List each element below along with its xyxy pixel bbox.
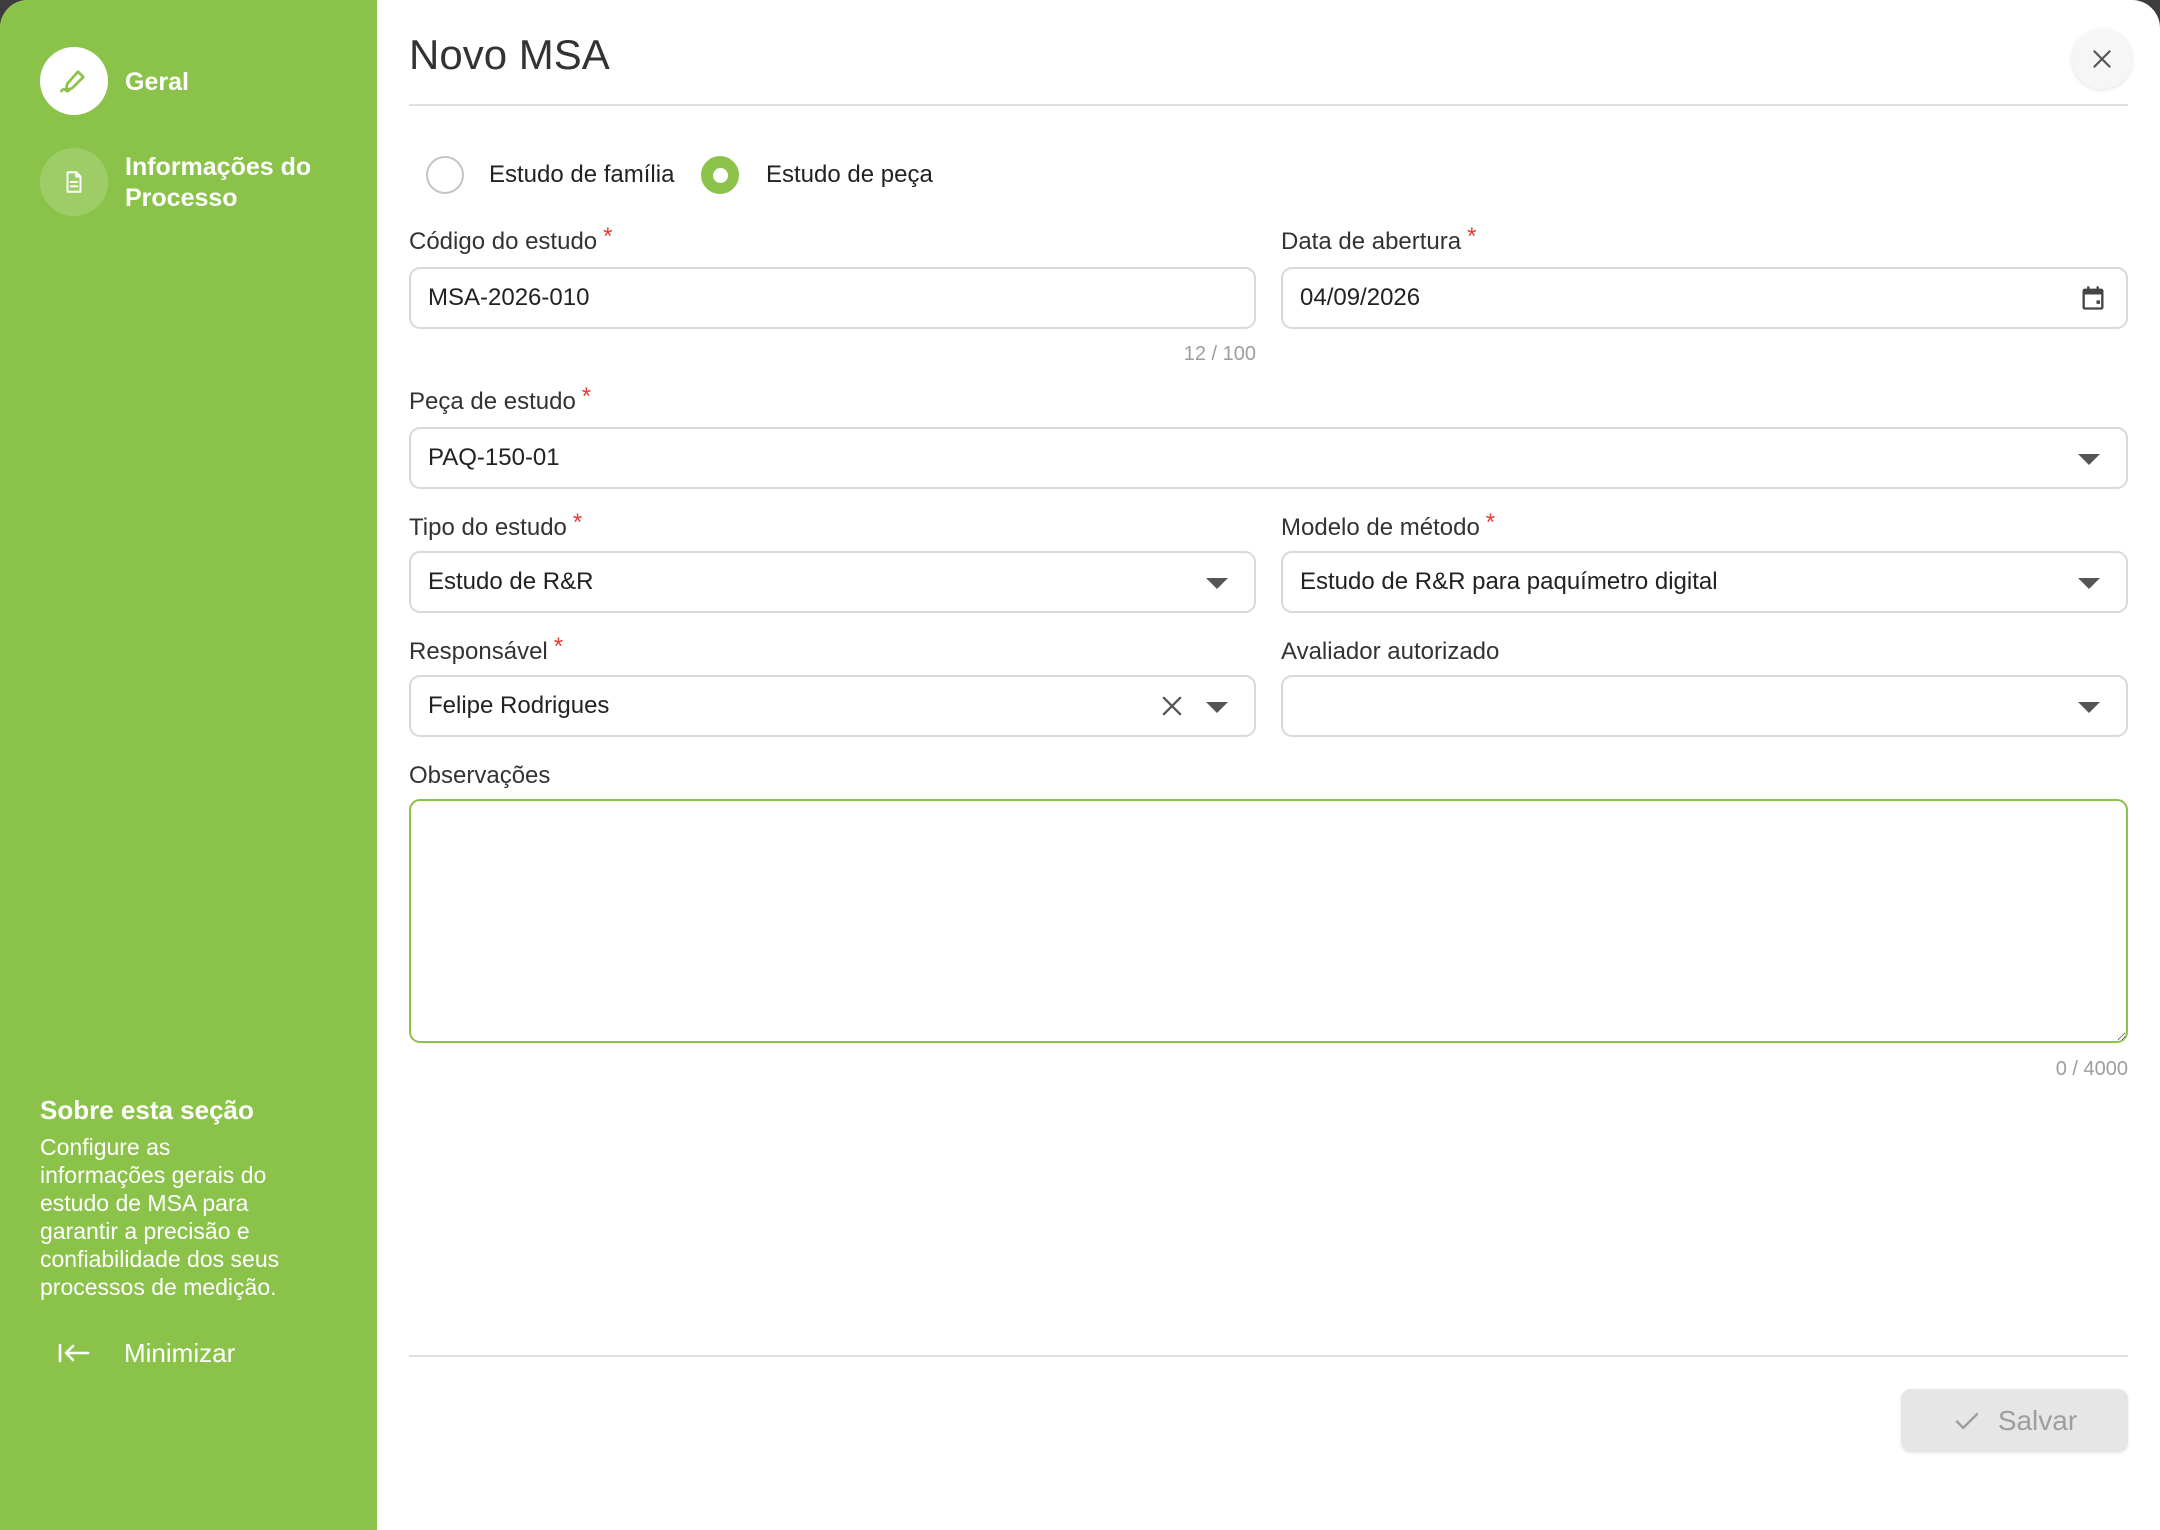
required-mark: * xyxy=(603,223,613,250)
sidebar-step-process-info[interactable]: Informações do Processo xyxy=(40,148,350,216)
study-type-select[interactable]: Estudo de R&R xyxy=(409,551,1256,613)
radio-button[interactable] xyxy=(426,156,464,194)
chevron-down-icon[interactable] xyxy=(1206,578,1228,589)
chevron-down-icon[interactable] xyxy=(1206,702,1228,713)
opening-date-input[interactable] xyxy=(1300,284,2109,312)
document-icon xyxy=(40,148,108,216)
minimize-button[interactable]: Minimizar xyxy=(40,1330,250,1376)
label-text: Peça de estudo xyxy=(409,388,576,415)
notes-char-counter: 0 / 4000 xyxy=(2055,1058,2128,1080)
responsible-select[interactable]: Felipe Rodrigues xyxy=(409,675,1256,737)
new-msa-dialog: Geral Informações do Processo Sobre esta… xyxy=(0,0,2160,1530)
chevron-down-icon[interactable] xyxy=(2078,578,2100,589)
notes-textarea[interactable] xyxy=(409,799,2128,1043)
required-mark: * xyxy=(553,633,564,660)
study-code-input[interactable] xyxy=(428,284,1237,312)
label-text: Código do estudo xyxy=(409,228,598,255)
check-icon xyxy=(1952,1406,1982,1436)
study-part-select[interactable]: PAQ-150-01 xyxy=(409,427,2128,489)
required-mark: * xyxy=(1485,509,1496,536)
radio-family-study[interactable]: Estudo de família xyxy=(426,156,691,194)
select-value: Estudo de R&R xyxy=(428,568,594,595)
label-text: Observações xyxy=(409,762,551,789)
select-value: Estudo de R&R para paquímetro digital xyxy=(1300,568,1718,595)
dialog-title: Novo MSA xyxy=(409,31,610,78)
pencil-icon xyxy=(40,47,108,115)
opening-date-field xyxy=(1281,267,2128,329)
authorized-appraiser-select[interactable] xyxy=(1281,675,2128,737)
required-mark: * xyxy=(1467,223,1477,250)
label-text: Data de abertura xyxy=(1281,228,1462,255)
calendar-icon[interactable] xyxy=(2079,284,2107,312)
close-button[interactable] xyxy=(2072,29,2132,89)
study-part-label: Peça de estudo * xyxy=(409,383,591,416)
collapse-left-icon xyxy=(57,1341,91,1365)
clear-icon[interactable] xyxy=(1158,692,1186,720)
opening-date-label: Data de abertura * xyxy=(1281,223,1476,256)
close-icon xyxy=(2089,46,2115,72)
radio-label: Estudo de peça xyxy=(766,161,933,188)
label-text: Modelo de método xyxy=(1281,514,1480,541)
label-text: Tipo do estudo xyxy=(409,514,567,541)
about-section-title: Sobre esta seção xyxy=(40,1095,254,1125)
method-model-select[interactable]: Estudo de R&R para paquímetro digital xyxy=(1281,551,2128,613)
select-value: PAQ-150-01 xyxy=(428,444,560,471)
save-button[interactable]: Salvar xyxy=(1901,1389,2128,1452)
chevron-down-icon[interactable] xyxy=(2078,702,2100,713)
sidebar-step-label: Geral xyxy=(125,68,189,96)
chevron-down-icon[interactable] xyxy=(2078,454,2100,465)
select-value: Felipe Rodrigues xyxy=(428,692,610,719)
study-code-char-counter: 12 / 100 xyxy=(1183,343,1256,365)
method-model-label: Modelo de método * xyxy=(1281,509,1495,542)
sidebar: Geral Informações do Processo Sobre esta… xyxy=(0,0,377,1530)
authorized-appraiser-label: Avaliador autorizado xyxy=(1281,638,1499,666)
required-mark: * xyxy=(572,509,583,536)
radio-label: Estudo de família xyxy=(489,161,675,188)
required-mark: * xyxy=(581,383,592,410)
responsible-label: Responsável * xyxy=(409,633,563,666)
about-section-text: Configure as informações gerais do estud… xyxy=(40,1134,280,1300)
radio-part-study[interactable]: Estudo de peça xyxy=(701,156,961,194)
radio-button[interactable] xyxy=(701,156,739,194)
label-text: Avaliador autorizado xyxy=(1281,638,1500,665)
save-label: Salvar xyxy=(1997,1404,2078,1436)
sidebar-step-label: Informações do Processo xyxy=(125,152,312,212)
study-code-field xyxy=(409,267,1256,329)
notes-label: Observações xyxy=(409,762,550,790)
sidebar-step-geral[interactable]: Geral xyxy=(40,47,350,115)
header-divider xyxy=(409,104,2128,106)
study-code-label: Código do estudo * xyxy=(409,223,613,256)
footer-divider xyxy=(409,1355,2128,1357)
study-type-label: Tipo do estudo * xyxy=(409,509,582,542)
minimize-label: Minimizar xyxy=(124,1338,236,1368)
label-text: Responsável xyxy=(409,638,548,665)
